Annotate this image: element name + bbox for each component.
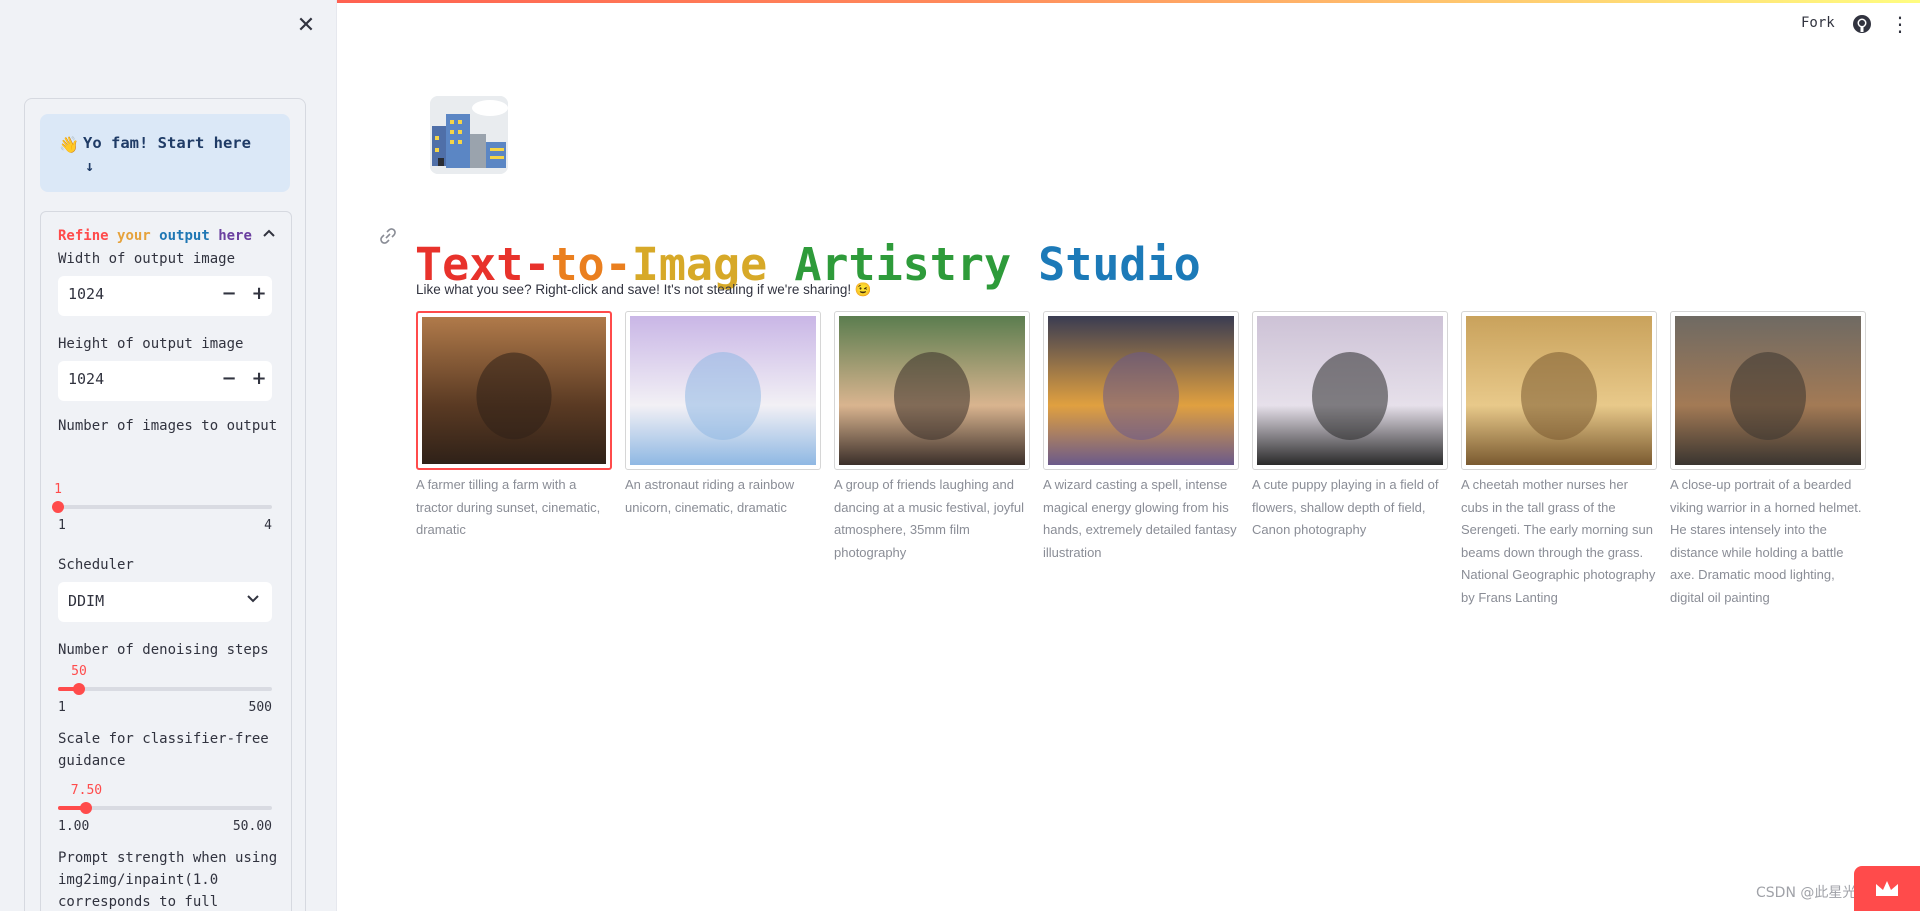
slider-min-label: 1.00 xyxy=(58,819,90,834)
kebab-menu-icon[interactable]: ⋮ xyxy=(1890,12,1910,36)
controls-panel: 👋 Yo fam! Start here ↓ Refine your outpu… xyxy=(24,98,306,911)
gallery-caption: A wizard casting a spell, intense magica… xyxy=(1043,477,1237,560)
slider-track xyxy=(58,505,272,509)
fork-button[interactable]: Fork xyxy=(1801,15,1835,31)
steps-slider[interactable]: 50 1 500 xyxy=(58,664,272,715)
title-word: Studio xyxy=(1038,238,1201,292)
expander-title-word: your xyxy=(117,228,151,244)
slider-thumb[interactable] xyxy=(72,683,85,695)
expander-title-word: here xyxy=(218,228,252,244)
link-icon[interactable] xyxy=(378,226,398,246)
gallery-caption: A farmer tilling a farm with a tractor d… xyxy=(416,477,601,537)
guidance-slider[interactable]: 7.50 1.00 50.00 xyxy=(58,783,272,834)
gallery-caption: A cheetah mother nurses her cubs in the … xyxy=(1461,477,1656,605)
gallery-image[interactable] xyxy=(834,311,1030,470)
slider-current-value: 50 xyxy=(71,664,87,679)
expander-header[interactable]: Refine your output here xyxy=(58,228,252,244)
slider-thumb[interactable] xyxy=(52,501,64,513)
slider-current-value: 1 xyxy=(54,482,62,497)
slider-max-label: 50.00 xyxy=(232,819,272,834)
expander-title-word: output xyxy=(159,228,210,244)
gallery-caption: A group of friends laughing and dancing … xyxy=(834,477,1025,560)
slider-max-label: 500 xyxy=(248,700,272,715)
gallery-caption: A cute puppy playing in a field of flowe… xyxy=(1252,477,1439,537)
gallery-image[interactable] xyxy=(1252,311,1448,470)
gallery-caption: A close-up portrait of a bearded viking … xyxy=(1670,477,1862,605)
down-arrow-icon: ↓ xyxy=(85,157,95,175)
width-increment-button[interactable]: + xyxy=(248,283,270,304)
gallery-caption: An astronaut riding a rainbow unicorn, c… xyxy=(625,477,795,515)
title-word xyxy=(1011,238,1038,291)
width-decrement-button[interactable]: − xyxy=(218,283,240,304)
close-icon: ✕ xyxy=(296,13,316,38)
height-increment-button[interactable]: + xyxy=(248,368,270,389)
scheduler-label: Scheduler xyxy=(58,557,134,573)
height-input[interactable]: 1024 − + xyxy=(58,361,272,401)
height-value[interactable]: 1024 xyxy=(68,370,104,388)
refine-output-expander: Refine your output here Width of output … xyxy=(40,211,292,911)
chevron-up-icon[interactable] xyxy=(262,226,276,244)
guidance-label: Scale for classifier-free guidance xyxy=(58,731,269,769)
chevron-down-icon xyxy=(246,591,260,609)
scheduler-value: DDIM xyxy=(68,592,105,610)
scheduler-select[interactable]: DDIM xyxy=(58,582,272,622)
prompt-strength-label: Prompt strength when using img2img/inpai… xyxy=(58,850,278,910)
height-label: Height of output image xyxy=(58,336,244,352)
gallery-image[interactable] xyxy=(416,311,612,470)
gallery-image[interactable] xyxy=(1043,311,1239,470)
slider-track xyxy=(58,687,272,691)
city-buildings-icon xyxy=(430,96,508,174)
gallery-image[interactable] xyxy=(1461,311,1657,470)
github-icon[interactable] xyxy=(1852,14,1872,34)
num-images-label: Number of images to output xyxy=(58,418,278,434)
slider-current-value: 7.50 xyxy=(70,783,103,798)
info-text: Yo fam! Start here xyxy=(83,134,251,152)
gallery-image[interactable] xyxy=(1670,311,1866,470)
subtitle: Like what you see? Right-click and save!… xyxy=(416,282,872,297)
slider-min-label: 1 xyxy=(58,700,66,715)
width-value[interactable]: 1024 xyxy=(68,285,104,303)
gallery-image[interactable] xyxy=(625,311,821,470)
info-box: 👋 Yo fam! Start here ↓ xyxy=(40,114,290,192)
slider-min-label: 1 xyxy=(58,518,66,533)
steps-label: Number of denoising steps xyxy=(58,642,269,658)
width-input[interactable]: 1024 − + xyxy=(58,276,272,316)
crown-icon[interactable] xyxy=(1854,866,1920,911)
image-gallery: A farmer tilling a farm with a tractor d… xyxy=(416,311,1866,611)
slider-max-label: 4 xyxy=(264,518,272,533)
waving-hand-icon: 👋 xyxy=(59,135,79,154)
close-sidebar-button[interactable]: ✕ xyxy=(294,14,318,38)
num-images-slider[interactable]: 1 1 4 xyxy=(52,482,272,533)
height-decrement-button[interactable]: − xyxy=(218,368,240,389)
sidebar: ✕ 👋 Yo fam! Start here ↓ Refine your out… xyxy=(0,0,337,911)
width-label: Width of output image xyxy=(58,251,236,267)
slider-thumb[interactable] xyxy=(80,802,93,814)
expander-title-word: Refine xyxy=(58,228,109,244)
